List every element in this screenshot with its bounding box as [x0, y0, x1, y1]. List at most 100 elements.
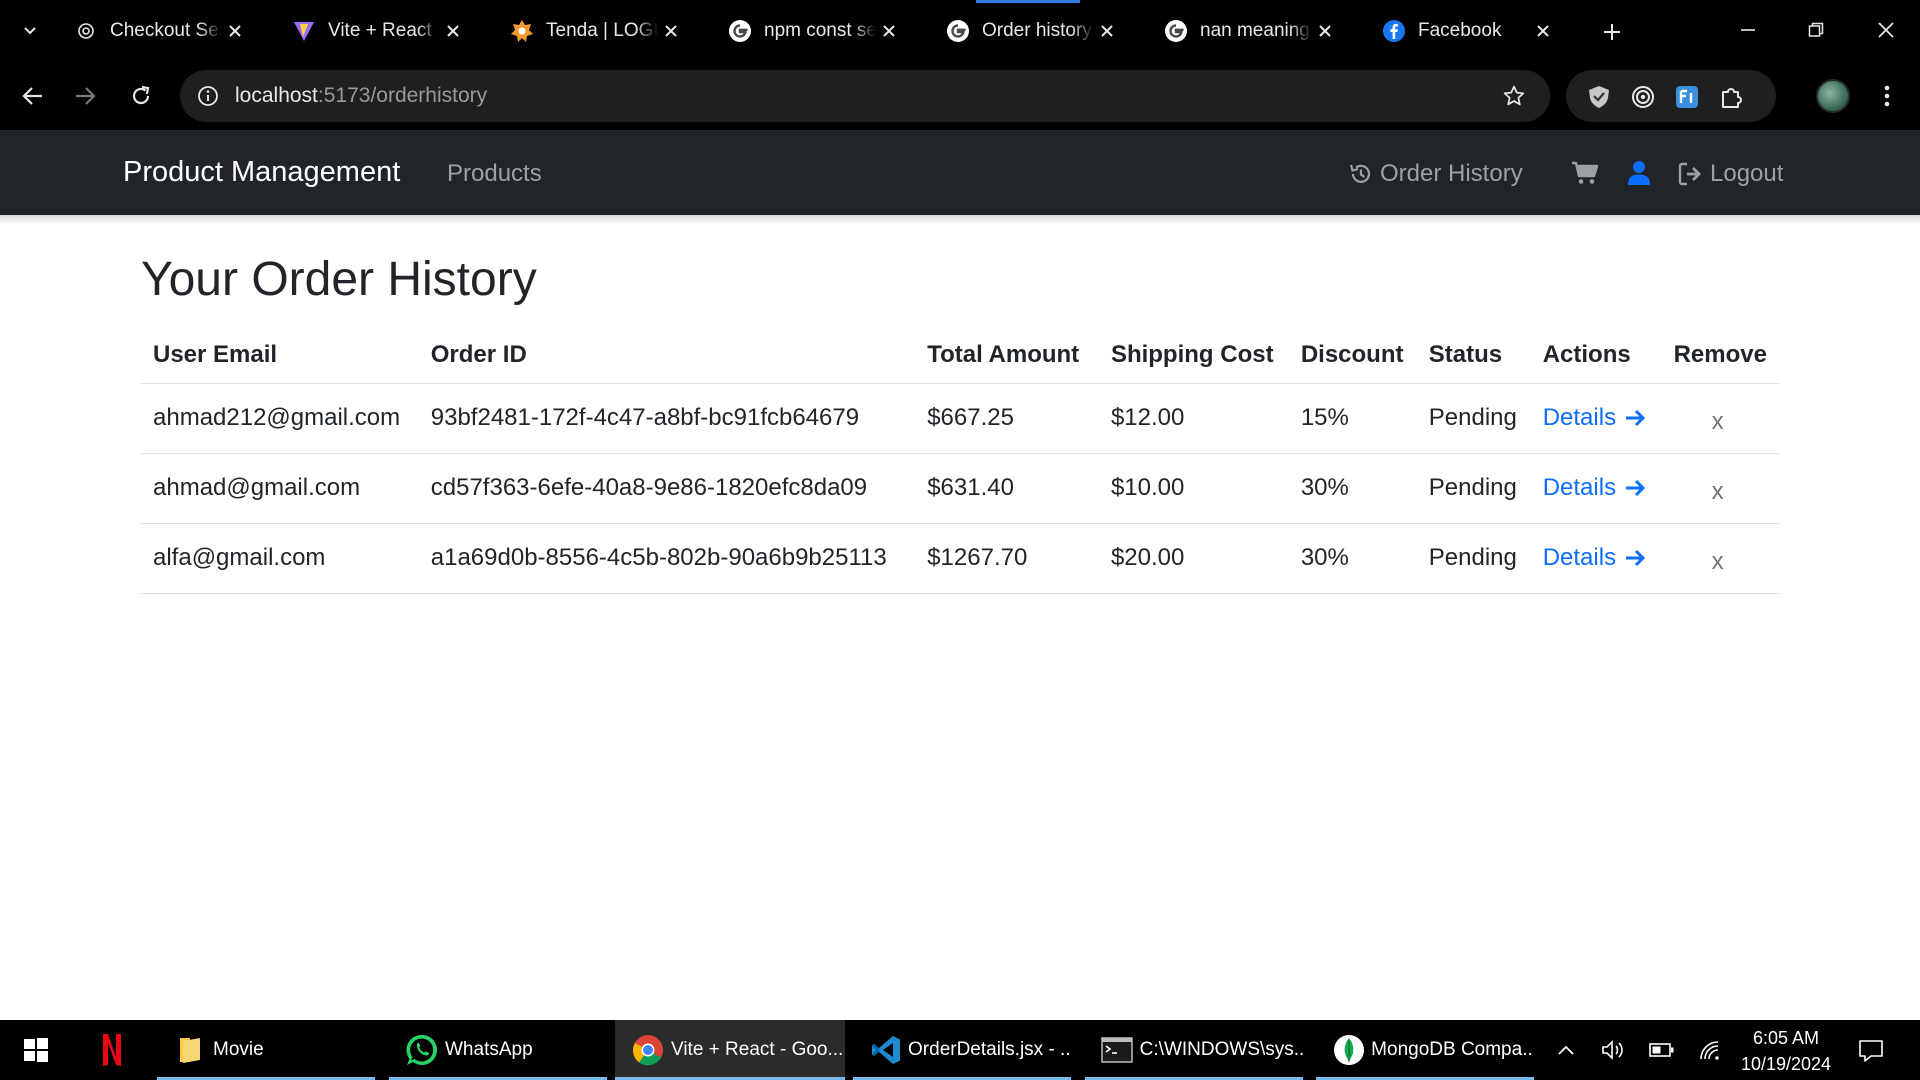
nav-order-history-link[interactable]: Order History — [1348, 160, 1523, 188]
nav-products-link[interactable]: Products — [447, 160, 542, 188]
column-header-shipping-cost: Shipping Cost — [1098, 327, 1289, 384]
cell-shipping-cost: $12.00 — [1098, 383, 1289, 454]
restore-icon[interactable] — [1796, 12, 1836, 48]
tab-close-icon[interactable] — [876, 18, 902, 44]
windows-start-icon[interactable] — [16, 1030, 56, 1070]
notification-icon[interactable] — [1854, 1034, 1888, 1068]
details-label: Details — [1542, 404, 1617, 431]
history-icon — [1349, 164, 1371, 183]
url-path: :5173/orderhistory — [317, 84, 488, 107]
column-header-status: Status — [1416, 327, 1531, 384]
navbar-shadow — [0, 215, 1920, 225]
tab-title: Facebook — [1418, 20, 1502, 41]
user-icon[interactable] — [1624, 158, 1654, 188]
openai-icon — [74, 19, 98, 43]
back-arrow-icon[interactable] — [14, 77, 52, 115]
taskbar-app[interactable]: WhatsApp — [389, 1020, 607, 1080]
tab-close-icon[interactable] — [1312, 18, 1338, 44]
browser-tab[interactable]: Facebook — [1360, 8, 1568, 54]
details-label: Details — [1542, 474, 1617, 501]
cell-remove: x — [1661, 523, 1779, 594]
taskbar-app-label: MongoDB Compa... — [1371, 1039, 1534, 1060]
vite-icon — [292, 19, 316, 43]
cell-actions: Details — [1530, 453, 1662, 524]
details-link[interactable]: Details — [1543, 404, 1646, 432]
nav-logout-link[interactable]: Logout — [1678, 160, 1783, 188]
arrow-right-icon — [1626, 479, 1646, 497]
cell-total-amount: $631.40 — [915, 453, 1099, 524]
cell-shipping-cost: $10.00 — [1098, 453, 1289, 524]
cell-discount: 15% — [1288, 383, 1417, 454]
remove-order-button[interactable]: x — [1712, 470, 1724, 506]
remove-order-button[interactable]: x — [1712, 400, 1724, 436]
details-link[interactable]: Details — [1543, 544, 1646, 572]
minimize-icon[interactable] — [1728, 12, 1768, 48]
shield-extension-icon[interactable] — [1584, 82, 1614, 112]
site-info-icon[interactable] — [194, 82, 222, 110]
reload-icon[interactable] — [122, 77, 160, 115]
forward-arrow-icon[interactable] — [66, 77, 104, 115]
bookmark-star-icon[interactable] — [1500, 82, 1528, 110]
cell-remove: x — [1661, 453, 1779, 524]
browser-tab[interactable]: Vite + React — [270, 8, 478, 54]
new-tab-plus-icon[interactable] — [1596, 16, 1628, 48]
chevron-up-icon[interactable] — [1550, 1034, 1582, 1066]
tab-close-icon[interactable] — [1530, 18, 1556, 44]
tab-close-icon[interactable] — [440, 18, 466, 44]
taskbar-app[interactable]: MongoDB Compa... — [1316, 1020, 1534, 1080]
system-clock[interactable]: 6:05 AM 10/19/2024 — [1736, 1025, 1836, 1077]
browser-tab-strip: Checkout Sess Vite + React Tenda | LOGIN… — [0, 0, 1920, 63]
tab-title: Vite + React — [328, 20, 432, 41]
battery-icon[interactable] — [1646, 1034, 1678, 1066]
browser-tab[interactable]: npm const ses — [706, 8, 914, 54]
address-bar[interactable]: localhost:5173/orderhistory — [180, 70, 1550, 122]
windows-taskbar: Movie WhatsApp Vite + React - Goo... Ord… — [0, 1020, 1920, 1080]
cell-order-id: cd57f363-6efe-40a8-9e86-1820efc8da09 — [418, 453, 916, 524]
taskbar-app[interactable]: OrderDetails.jsx - ... — [853, 1020, 1071, 1080]
taskbar-app[interactable]: C:\WINDOWS\sys... — [1085, 1020, 1303, 1080]
taskbar-app-label: Vite + React - Goo... — [671, 1039, 844, 1060]
tab-close-icon[interactable] — [222, 18, 248, 44]
puzzle-extensions-icon[interactable] — [1716, 82, 1746, 112]
browser-tab[interactable]: nan meaning i — [1142, 8, 1350, 54]
remove-order-button[interactable]: x — [1712, 540, 1724, 576]
tab-title: Checkout Sess — [110, 20, 222, 41]
netflix-icon[interactable] — [92, 1030, 132, 1070]
table-row: alfa@gmail.com a1a69d0b-8556-4c5b-802b-9… — [141, 523, 1779, 594]
folder-icon — [173, 1033, 207, 1067]
browser-menu-icon[interactable] — [1872, 79, 1902, 113]
cart-icon[interactable] — [1570, 158, 1600, 188]
details-link[interactable]: Details — [1543, 474, 1646, 502]
order-history-table: User Email Order ID Total Amount Shippin… — [141, 327, 1779, 594]
taskbar-app[interactable]: Movie — [157, 1020, 375, 1080]
page-title: Your Order History — [141, 253, 537, 306]
tab-close-icon[interactable] — [1094, 18, 1120, 44]
target-extension-icon[interactable] — [1628, 82, 1658, 112]
taskbar-app-active[interactable]: Vite + React - Goo... — [615, 1020, 845, 1080]
fi-extension-icon[interactable] — [1672, 82, 1702, 112]
table-row: ahmad@gmail.com cd57f363-6efe-40a8-9e86-… — [141, 453, 1779, 524]
whatsapp-icon — [405, 1033, 439, 1067]
terminal-icon — [1101, 1033, 1134, 1067]
wifi-icon[interactable] — [1694, 1034, 1726, 1066]
profile-avatar[interactable] — [1816, 79, 1850, 113]
volume-icon[interactable] — [1598, 1034, 1630, 1066]
window-close-icon[interactable] — [1866, 12, 1906, 48]
tab-title: nan meaning i — [1200, 20, 1312, 41]
tab-search-dropdown-icon[interactable] — [14, 14, 46, 46]
browser-tab[interactable]: Checkout Sess — [52, 8, 260, 54]
browser-toolbar: localhost:5173/orderhistory — [0, 63, 1920, 130]
clock-date: 10/19/2024 — [1740, 1054, 1832, 1074]
taskbar-app-label: WhatsApp — [445, 1039, 533, 1060]
cell-user-email: alfa@gmail.com — [141, 523, 419, 594]
tab-close-icon[interactable] — [658, 18, 684, 44]
browser-tab-active[interactable]: Order history — [924, 0, 1132, 54]
facebook-icon — [1382, 19, 1406, 43]
url-text: localhost:5173/orderhistory — [235, 84, 487, 108]
taskbar-app-label: OrderDetails.jsx - ... — [908, 1039, 1071, 1060]
browser-tab[interactable]: Tenda | LOGIN — [488, 8, 696, 54]
cell-discount: 30% — [1288, 523, 1417, 594]
brand-link[interactable]: Product Management — [123, 156, 400, 189]
cell-total-amount: $1267.70 — [915, 523, 1099, 594]
arrow-right-icon — [1626, 549, 1646, 567]
